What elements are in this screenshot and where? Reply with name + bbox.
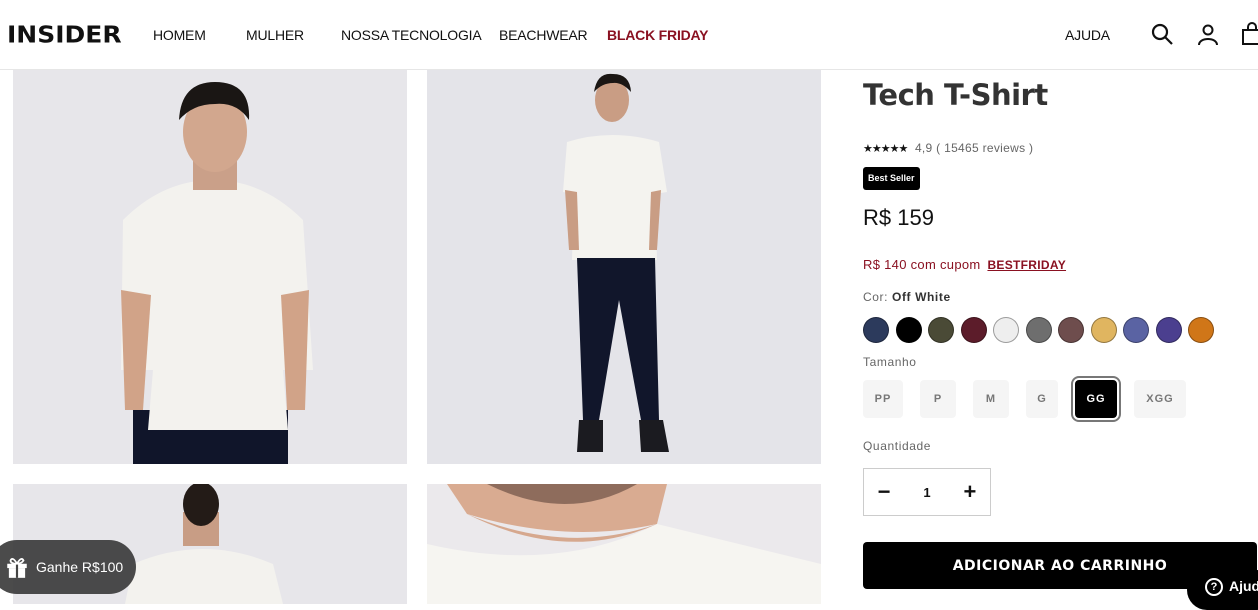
size-gg[interactable]: GG bbox=[1071, 376, 1121, 422]
help-chat-label: Ajuda bbox=[1229, 578, 1258, 594]
coupon-code[interactable]: BESTFRIDAY bbox=[987, 258, 1066, 272]
color-swatches bbox=[863, 317, 1214, 343]
nav-ajuda[interactable]: AJUDA bbox=[1065, 27, 1110, 43]
color-swatch-10[interactable] bbox=[1155, 317, 1182, 343]
size-pp[interactable]: PP bbox=[863, 380, 903, 418]
color-swatch-11[interactable] bbox=[1188, 317, 1214, 343]
question-icon: ? bbox=[1205, 578, 1223, 596]
product-image-neck-detail[interactable] bbox=[427, 484, 821, 604]
color-label: Cor: Off White bbox=[863, 290, 951, 304]
color-swatch-5[interactable] bbox=[993, 317, 1019, 343]
color-swatch-3[interactable] bbox=[928, 317, 954, 343]
product-title: Tech T-Shirt bbox=[863, 78, 1048, 112]
size-xgg[interactable]: XGG bbox=[1134, 380, 1186, 418]
product-image-full-body[interactable] bbox=[427, 70, 821, 464]
size-p[interactable]: P bbox=[920, 380, 956, 418]
product-image-front[interactable] bbox=[13, 70, 407, 464]
help-chat-button[interactable]: ? Ajuda bbox=[1187, 570, 1258, 610]
rating-text: 4,9 ( 15465 reviews ) bbox=[914, 141, 1034, 155]
nav-nossa-tecnologia[interactable]: NOSSA TECNOLOGIA bbox=[341, 27, 482, 43]
size-m[interactable]: M bbox=[973, 380, 1009, 418]
size-label: Tamanho bbox=[863, 355, 917, 369]
site-header: INSIDER HOMEM MULHER NOSSA TECNOLOGIA BE… bbox=[0, 0, 1258, 70]
nav-black-friday[interactable]: BLACK FRIDAY bbox=[607, 27, 709, 43]
size-options: PP P M G GG XGG bbox=[863, 376, 1186, 422]
color-swatch-1[interactable] bbox=[863, 317, 889, 343]
best-seller-badge: Best Seller bbox=[863, 167, 920, 190]
size-g[interactable]: G bbox=[1026, 380, 1058, 418]
color-label-text: Cor: bbox=[863, 290, 889, 304]
nav-mulher[interactable]: MULHER bbox=[246, 27, 304, 43]
gift-icon bbox=[7, 558, 27, 578]
product-price: R$ 159 bbox=[863, 205, 934, 230]
quantity-label: Quantidade bbox=[863, 439, 932, 453]
color-swatch-4[interactable] bbox=[960, 317, 987, 343]
color-swatch-8[interactable] bbox=[1090, 317, 1117, 343]
selected-color: Off White bbox=[892, 290, 951, 304]
user-icon[interactable] bbox=[1196, 22, 1220, 46]
quantity-decrease-button[interactable]: − bbox=[874, 481, 894, 503]
logo[interactable]: INSIDER bbox=[7, 21, 122, 48]
product-rating[interactable]: ★★★★★ 4,9 ( 15465 reviews ) bbox=[863, 141, 1033, 155]
quantity-increase-button[interactable]: + bbox=[960, 481, 980, 503]
nav-beachwear[interactable]: BEACHWEAR bbox=[499, 27, 588, 43]
gift-promo-label: Ganhe R$100 bbox=[36, 559, 124, 575]
gift-promo-button[interactable]: Ganhe R$100 bbox=[0, 540, 136, 594]
quantity-stepper: − 1 + bbox=[863, 468, 991, 516]
color-swatch-7[interactable] bbox=[1058, 317, 1084, 343]
color-swatch-2[interactable] bbox=[895, 317, 922, 343]
color-swatch-6[interactable] bbox=[1025, 317, 1052, 343]
coupon-price: R$ 140 com cupom BESTFRIDAY bbox=[863, 257, 1066, 272]
search-icon[interactable] bbox=[1150, 22, 1174, 46]
nav-homem[interactable]: HOMEM bbox=[153, 27, 206, 43]
quantity-value[interactable]: 1 bbox=[923, 485, 930, 500]
star-rating-icon: ★★★★★ bbox=[863, 143, 908, 155]
bag-icon[interactable] bbox=[1240, 22, 1258, 46]
coupon-text: R$ 140 com cupom bbox=[863, 257, 981, 272]
color-swatch-9[interactable] bbox=[1123, 317, 1149, 343]
